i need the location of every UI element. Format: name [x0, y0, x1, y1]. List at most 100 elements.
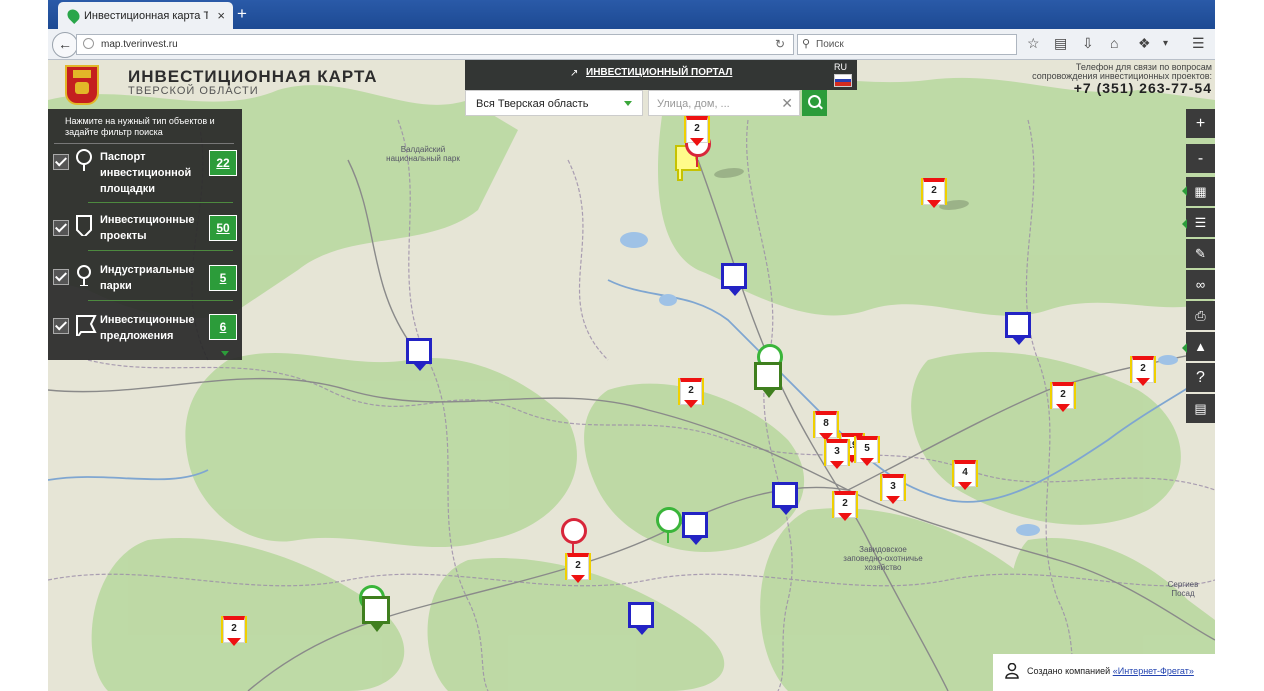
filter-checkbox[interactable]: [53, 220, 69, 236]
map-label-zavidovo: Завидовское заповедно-охотничье хозяйств…: [843, 545, 923, 572]
reload-icon[interactable]: ↻: [775, 37, 785, 51]
filter-hint: Нажмите на нужный тип объектов и задайте…: [65, 116, 215, 137]
filter-checkbox[interactable]: [53, 154, 69, 170]
share-link-button[interactable]: ∞: [1186, 270, 1215, 299]
bookmark-star-icon[interactable]: ☆: [1027, 35, 1040, 52]
map-icon: ▦: [1194, 184, 1207, 199]
marker-industrial-park[interactable]: [561, 518, 587, 554]
region-shape-button[interactable]: ▲: [1186, 332, 1215, 361]
globe-icon: [83, 38, 94, 49]
active-indicator: [1182, 343, 1187, 353]
phone-number: +7 (351) 263-77-54: [1073, 80, 1212, 96]
book-icon: ▤: [1194, 401, 1207, 416]
docs-button[interactable]: ▤: [1186, 394, 1215, 423]
marker-numbered[interactable]: 2: [686, 116, 708, 146]
ruler-button[interactable]: ✎: [1186, 239, 1215, 268]
russian-flag-icon[interactable]: [834, 74, 852, 87]
menu-icon[interactable]: ☰: [1192, 35, 1205, 52]
external-link-icon: ↗: [570, 68, 579, 79]
marker-investment-project[interactable]: [628, 602, 656, 636]
reading-list-icon[interactable]: ▤: [1054, 35, 1067, 52]
zoom-out-button[interactable]: -: [1186, 144, 1215, 173]
marker-investment-offer[interactable]: [754, 362, 784, 398]
active-indicator: [1182, 219, 1187, 229]
filter-label: Инвестиционные проекты: [100, 214, 195, 242]
address-search-input[interactable]: Улица, дом, ... ✕: [648, 90, 800, 116]
chevron-down-icon[interactable]: [221, 351, 229, 356]
marker-numbered[interactable]: 4: [954, 460, 976, 490]
marker-investment-project[interactable]: [1005, 312, 1033, 346]
phone-label: Телефон для связи по вопросам сопровожде…: [1032, 62, 1212, 81]
marker-investment-project[interactable]: [682, 512, 710, 546]
marker-numbered[interactable]: 3: [826, 439, 848, 469]
page-subtitle: ТВЕРСКОЙ ОБЛАСТИ: [128, 85, 259, 97]
filter-count[interactable]: 6: [209, 314, 237, 340]
filter-count[interactable]: 22: [209, 150, 237, 176]
pin-outline-icon: [76, 149, 92, 171]
divider: [88, 250, 233, 251]
marker-investment-project[interactable]: [772, 482, 800, 516]
marker-investment-project[interactable]: [721, 263, 749, 297]
favicon-icon: [65, 7, 82, 24]
active-indicator: [1182, 186, 1187, 196]
layers-button[interactable]: ☰: [1186, 208, 1215, 237]
marker-numbered[interactable]: 2: [1132, 356, 1154, 386]
filter-checkbox[interactable]: [53, 318, 69, 334]
region-shape-icon: ▲: [1194, 339, 1207, 354]
address-placeholder: Улица, дом, ...: [657, 98, 730, 110]
filter-label: Паспорт инвестиционной площадки: [100, 151, 192, 195]
marker-numbered[interactable]: 2: [223, 616, 245, 646]
region-select[interactable]: Вся Тверская область: [465, 90, 643, 116]
zoom-in-button[interactable]: +: [1186, 109, 1215, 138]
chevron-down-icon: [624, 101, 632, 106]
search-button[interactable]: [802, 90, 827, 116]
credit-text: Создано компанией: [1027, 666, 1113, 676]
divider: [88, 300, 233, 301]
new-tab-button[interactable]: +: [237, 4, 247, 24]
print-icon: ⎙: [1195, 308, 1206, 323]
square-flag-icon: [76, 215, 92, 236]
browser-search-input[interactable]: ⚲ Поиск: [797, 34, 1017, 55]
ruler-icon: ✎: [1195, 246, 1206, 261]
region-coat-of-arms-logo[interactable]: [65, 65, 99, 105]
map-label-valdai: Валдайский национальный парк: [386, 145, 460, 163]
marker-numbered[interactable]: 2: [1052, 382, 1074, 412]
home-icon[interactable]: ⌂: [1110, 35, 1118, 51]
credit-link[interactable]: «Интернет-Фрегат»: [1113, 666, 1194, 676]
tab-close-button[interactable]: ×: [217, 8, 225, 23]
divider: [88, 202, 233, 203]
language-label[interactable]: RU: [834, 62, 847, 72]
marker-numbered[interactable]: 2: [834, 491, 856, 521]
help-button[interactable]: ?: [1186, 363, 1215, 392]
marker-investment-project[interactable]: [406, 338, 434, 372]
browser-tab[interactable]: Инвестиционная карта Твер... ×: [58, 2, 233, 29]
marker-numbered[interactable]: 8: [815, 411, 837, 441]
address-bar[interactable]: map.tverinvest.ru ↻: [76, 34, 794, 55]
layers-icon: ☰: [1194, 215, 1207, 230]
download-icon[interactable]: ⇩: [1082, 35, 1094, 52]
clear-icon[interactable]: ✕: [781, 95, 793, 112]
marker-numbered[interactable]: 2: [680, 378, 702, 408]
marker-numbered[interactable]: 2: [567, 553, 589, 583]
user-icon: [1005, 663, 1019, 679]
filter-label: Индустриальные парки: [100, 264, 195, 292]
back-button[interactable]: ←: [52, 32, 78, 58]
addon-icon[interactable]: ❖: [1138, 35, 1151, 52]
filter-count[interactable]: 50: [209, 215, 237, 241]
marker-investment-offer[interactable]: [362, 596, 392, 632]
marker-numbered[interactable]: 5: [856, 436, 878, 466]
dropdown-arrow-icon[interactable]: ▾: [1163, 38, 1168, 49]
investment-portal-link[interactable]: ИНВЕСТИЦИОННЫЙ ПОРТАЛ: [586, 67, 732, 78]
region-select-value: Вся Тверская область: [476, 98, 589, 110]
print-button[interactable]: ⎙: [1186, 301, 1215, 330]
browser-search-placeholder: Поиск: [816, 39, 844, 50]
marker-numbered[interactable]: 2: [923, 178, 945, 208]
filter-count[interactable]: 5: [209, 265, 237, 291]
marker-numbered[interactable]: 3: [882, 474, 904, 504]
map-label-sergiev-posad: Сергиев Посад: [1167, 580, 1199, 598]
filter-checkbox[interactable]: [53, 269, 69, 285]
tab-title: Инвестиционная карта Твер...: [84, 10, 208, 22]
map-type-button[interactable]: ▦: [1186, 177, 1215, 206]
marker-industrial-park-green[interactable]: [656, 507, 682, 543]
round-pin-icon: [77, 265, 91, 286]
